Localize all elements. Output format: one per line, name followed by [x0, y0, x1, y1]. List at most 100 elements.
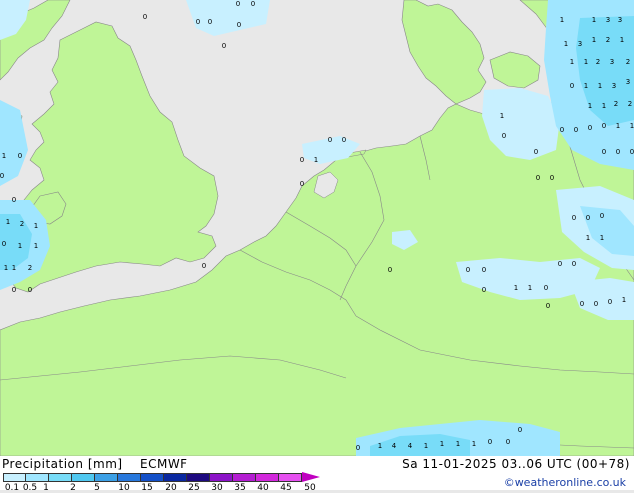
svg-text:0: 0 [237, 21, 241, 29]
svg-text:1: 1 [588, 102, 592, 110]
svg-text:0: 0 [342, 136, 346, 144]
legend-scale-label: 50 [304, 483, 316, 493]
svg-text:2: 2 [614, 100, 618, 108]
svg-text:2: 2 [606, 36, 610, 44]
svg-text:1: 1 [378, 442, 382, 450]
legend-swatch [210, 473, 233, 482]
legend-arrow [302, 472, 320, 482]
legend-datetime: Sa 11-01-2025 03..06 UTC (00+78) [402, 457, 630, 471]
svg-text:1: 1 [500, 112, 504, 120]
svg-text:0: 0 [602, 148, 606, 156]
svg-text:1: 1 [34, 222, 38, 230]
svg-text:1: 1 [514, 284, 518, 292]
svg-text:2: 2 [626, 58, 630, 66]
svg-text:1: 1 [528, 284, 532, 292]
svg-text:0: 0 [328, 136, 332, 144]
legend-swatch [233, 473, 256, 482]
svg-text:2: 2 [596, 58, 600, 66]
svg-text:1: 1 [592, 16, 596, 24]
svg-text:1: 1 [592, 36, 596, 44]
svg-text:0: 0 [28, 286, 32, 294]
svg-text:0: 0 [12, 286, 16, 294]
svg-text:1: 1 [598, 82, 602, 90]
svg-text:0: 0 [572, 214, 576, 222]
svg-text:0: 0 [588, 124, 592, 132]
svg-text:3: 3 [618, 16, 622, 24]
legend-scale-label: 10 [118, 483, 130, 493]
svg-text:0: 0 [594, 300, 598, 308]
legend-scale-label: 1 [43, 483, 49, 493]
svg-text:0: 0 [300, 180, 304, 188]
legend-credit: ©weatheronline.co.uk [503, 476, 626, 489]
svg-text:3: 3 [606, 16, 610, 24]
svg-text:1: 1 [602, 102, 606, 110]
svg-text:0: 0 [502, 132, 506, 140]
svg-text:1: 1 [18, 242, 22, 250]
svg-text:1: 1 [2, 152, 6, 160]
svg-text:0: 0 [586, 214, 590, 222]
svg-text:0: 0 [208, 18, 212, 26]
svg-text:0: 0 [222, 42, 226, 50]
legend-scale-label: 5 [94, 483, 100, 493]
legend-swatch [187, 473, 210, 482]
svg-text:3: 3 [578, 40, 582, 48]
legend-scale-label: 40 [257, 483, 269, 493]
svg-text:0: 0 [482, 286, 486, 294]
svg-text:1: 1 [586, 234, 590, 242]
svg-text:1: 1 [584, 58, 588, 66]
svg-text:1: 1 [622, 296, 626, 304]
svg-text:0: 0 [600, 212, 604, 220]
svg-text:0: 0 [506, 438, 510, 446]
legend-swatch [141, 473, 164, 482]
legend-panel: Precipitation [mm] ECMWF Sa 11-01-2025 0… [0, 456, 634, 493]
svg-text:3: 3 [612, 82, 616, 90]
svg-text:2: 2 [20, 220, 24, 228]
svg-text:0: 0 [0, 172, 4, 180]
svg-text:0: 0 [546, 302, 550, 310]
svg-text:0: 0 [388, 266, 392, 274]
svg-text:1: 1 [620, 36, 624, 44]
svg-text:1: 1 [616, 122, 620, 130]
svg-text:0: 0 [488, 438, 492, 446]
svg-text:0: 0 [466, 266, 470, 274]
svg-text:0: 0 [550, 174, 554, 182]
legend-model: ECMWF [140, 457, 188, 471]
legend-scale-label: 0.5 [22, 483, 38, 493]
svg-text:0: 0 [560, 126, 564, 134]
svg-text:3: 3 [610, 58, 614, 66]
svg-text:0: 0 [236, 0, 240, 8]
svg-text:2: 2 [28, 264, 32, 272]
svg-text:0: 0 [580, 300, 584, 308]
svg-text:1: 1 [584, 82, 588, 90]
svg-text:1: 1 [6, 218, 10, 226]
svg-text:0: 0 [143, 13, 147, 21]
svg-text:1: 1 [456, 440, 460, 448]
svg-text:0: 0 [602, 122, 606, 130]
legend-swatch [72, 473, 95, 482]
legend-swatch [26, 473, 49, 482]
svg-text:1: 1 [12, 264, 16, 272]
svg-text:0: 0 [534, 148, 538, 156]
svg-text:1: 1 [600, 234, 604, 242]
svg-text:0: 0 [196, 18, 200, 26]
legend-swatch [95, 473, 118, 482]
svg-text:3: 3 [626, 78, 630, 86]
svg-text:0: 0 [482, 266, 486, 274]
legend-swatch [118, 473, 141, 482]
precipitation-map: 0 0 0 0 0 0 0 1 0 0 0 1 2 1 0 1 1 1 1 2 … [0, 0, 634, 456]
svg-text:0: 0 [572, 260, 576, 268]
legend-scale-labels: 0.1 0.5 1 2 5 10 15 20 25 30 35 40 45 50 [0, 483, 330, 493]
svg-text:1: 1 [34, 242, 38, 250]
legend-title: Precipitation [mm] [2, 457, 123, 471]
svg-text:1: 1 [424, 442, 428, 450]
svg-text:0: 0 [570, 82, 574, 90]
svg-text:0: 0 [608, 298, 612, 306]
legend-scale-label: 20 [165, 483, 177, 493]
svg-text:1: 1 [560, 16, 564, 24]
svg-text:0: 0 [202, 262, 206, 270]
svg-text:0: 0 [12, 196, 16, 204]
svg-text:1: 1 [472, 440, 476, 448]
svg-text:1: 1 [314, 156, 318, 164]
svg-text:1: 1 [564, 40, 568, 48]
svg-text:0: 0 [251, 0, 255, 8]
